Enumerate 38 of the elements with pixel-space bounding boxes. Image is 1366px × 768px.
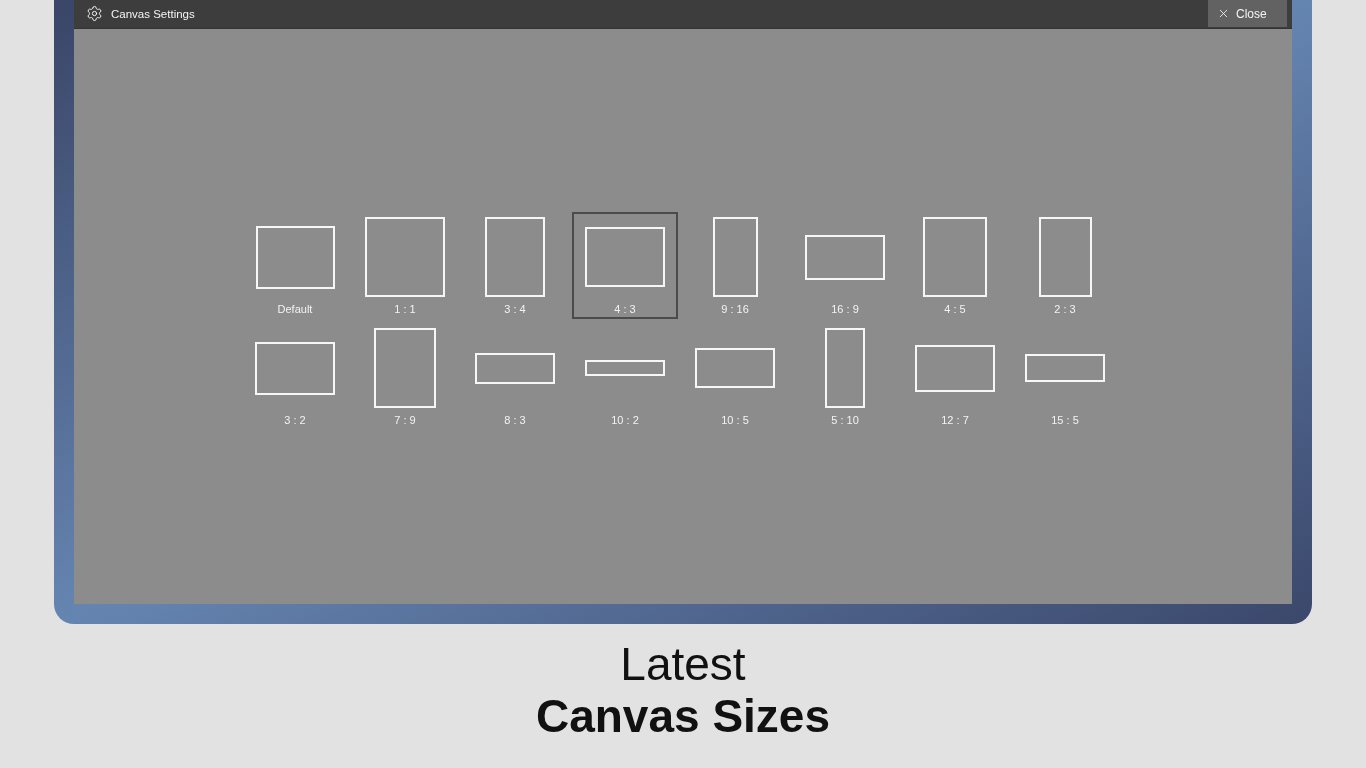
canvas-size-option[interactable]: 4 : 3 [572,212,678,319]
caption-title: Canvas Sizes [535,690,831,742]
rectangle-icon [585,360,665,376]
rectangle-icon [1038,217,1092,297]
close-icon [1217,7,1230,20]
rectangle-icon [695,348,775,388]
canvas-size-option[interactable]: 9 : 16 [682,212,788,319]
canvas-size-option[interactable]: Default [242,212,348,319]
canvas-size-option[interactable]: 1 : 1 [352,212,458,319]
canvas-size-option[interactable]: 12 : 7 [902,323,1008,430]
settings-icon [86,5,103,22]
rectangle-icon [825,328,865,408]
rectangle-icon [923,217,987,297]
canvas-size-option[interactable]: 10 : 2 [572,323,678,430]
canvas-size-option[interactable]: 5 : 10 [792,323,898,430]
canvas-size-option[interactable]: 10 : 5 [682,323,788,430]
canvas-size-option[interactable]: 16 : 9 [792,212,898,319]
canvas-size-option[interactable]: 7 : 9 [352,323,458,430]
close-button[interactable]: Close [1208,0,1287,27]
rectangle-icon [255,341,335,395]
rectangle-icon [365,217,445,297]
rectangle-icon [255,225,335,289]
rectangle-icon [805,234,885,280]
rectangle-icon [475,352,555,384]
rectangle-icon [374,328,436,408]
canvas-size-option[interactable]: 2 : 3 [1012,212,1118,319]
rectangle-icon [1025,354,1105,382]
canvas-size-option[interactable]: 15 : 5 [1012,323,1118,430]
canvas-size-option[interactable]: 3 : 4 [462,212,568,319]
window-title: Canvas Settings [111,7,195,22]
canvas-size-option[interactable]: 8 : 3 [462,323,568,430]
rectangle-icon [485,217,545,297]
canvas-size-option[interactable]: 4 : 5 [902,212,1008,319]
caption-kicker: Latest [620,638,746,690]
rectangle-icon [585,227,665,287]
rectangle-icon [712,217,758,297]
rectangle-icon [915,344,995,392]
canvas-size-option[interactable]: 3 : 2 [242,323,348,430]
